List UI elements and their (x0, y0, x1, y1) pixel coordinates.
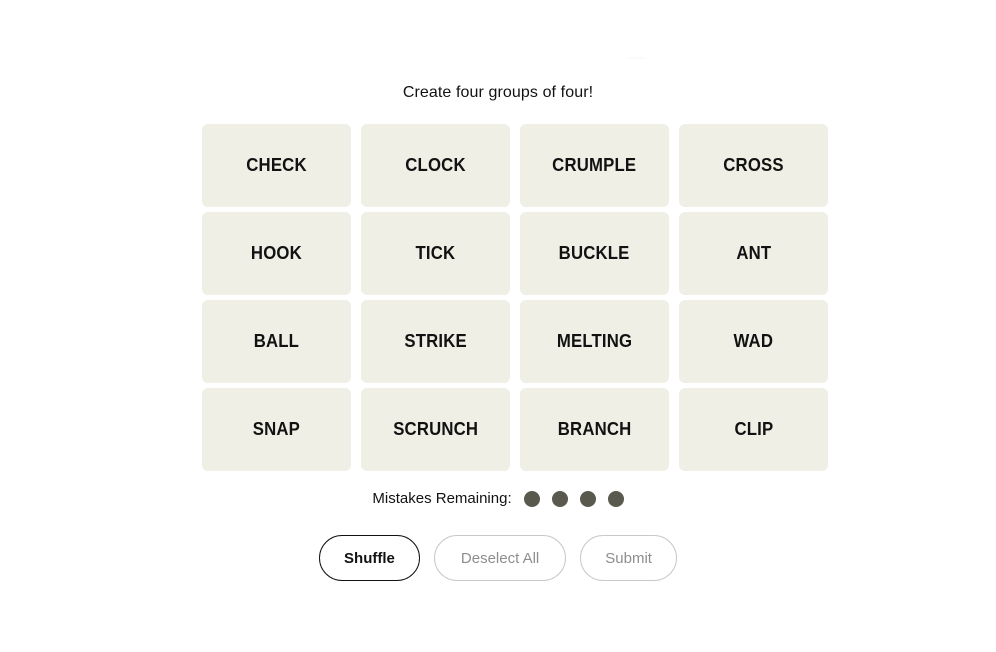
word-grid: CHECK CLOCK CRUMPLE CROSS HOOK TICK BUCK… (202, 124, 828, 471)
connections-game: Create four groups of four! CHECK CLOCK … (0, 0, 996, 652)
top-edge-artifact (628, 57, 646, 59)
word-tile-label: WAD (733, 331, 774, 351)
word-tile[interactable]: ANT (679, 212, 828, 295)
deselect-all-button[interactable]: Deselect All (433, 535, 567, 581)
mistakes-remaining-label: Mistakes Remaining: (372, 490, 512, 507)
word-tile-label: TICK (415, 243, 456, 263)
word-tile[interactable]: BRANCH (520, 388, 669, 471)
mistakes-remaining: Mistakes Remaining: (0, 490, 996, 507)
word-tile-label: STRIKE (404, 331, 467, 351)
word-tile-label: CROSS (723, 155, 784, 175)
word-tile-label: BALL (253, 331, 300, 351)
word-tile-label: SCRUNCH (392, 419, 479, 439)
mistake-dot (523, 490, 540, 507)
word-tile[interactable]: CHECK (202, 124, 351, 207)
word-tile[interactable]: CLIP (679, 388, 828, 471)
word-tile[interactable]: HOOK (202, 212, 351, 295)
word-tile-label: BUCKLE (559, 243, 630, 263)
word-tile[interactable]: CRUMPLE (520, 124, 669, 207)
word-tile[interactable]: SNAP (202, 388, 351, 471)
word-tile-label: HOOK (251, 243, 302, 263)
word-tile[interactable]: MELTING (520, 300, 669, 383)
word-tile[interactable]: STRIKE (361, 300, 510, 383)
word-tile[interactable]: WAD (679, 300, 828, 383)
word-tile-label: MELTING (556, 331, 633, 351)
word-tile-label: CLIP (734, 419, 773, 439)
word-tile[interactable]: BUCKLE (520, 212, 669, 295)
page-title: Create four groups of four! (402, 84, 594, 101)
word-tile-label: SNAP (252, 419, 301, 439)
mistakes-dot-group (523, 490, 624, 507)
word-tile-label: CLOCK (405, 155, 466, 175)
mistake-dot (579, 490, 596, 507)
submit-button[interactable]: Submit (580, 535, 677, 581)
mistake-dot (551, 490, 568, 507)
word-tile[interactable]: CROSS (679, 124, 828, 207)
word-tile[interactable]: SCRUNCH (361, 388, 510, 471)
word-tile[interactable]: CLOCK (361, 124, 510, 207)
word-tile-label: CHECK (246, 155, 307, 175)
word-tile[interactable]: BALL (202, 300, 351, 383)
game-controls: Shuffle Deselect All Submit (0, 535, 996, 581)
word-tile-label: BRANCH (557, 419, 632, 439)
shuffle-button[interactable]: Shuffle (319, 535, 420, 581)
word-tile-label: CRUMPLE (552, 155, 637, 175)
word-tile-label: ANT (736, 243, 771, 263)
mistake-dot (607, 490, 624, 507)
word-tile[interactable]: TICK (361, 212, 510, 295)
